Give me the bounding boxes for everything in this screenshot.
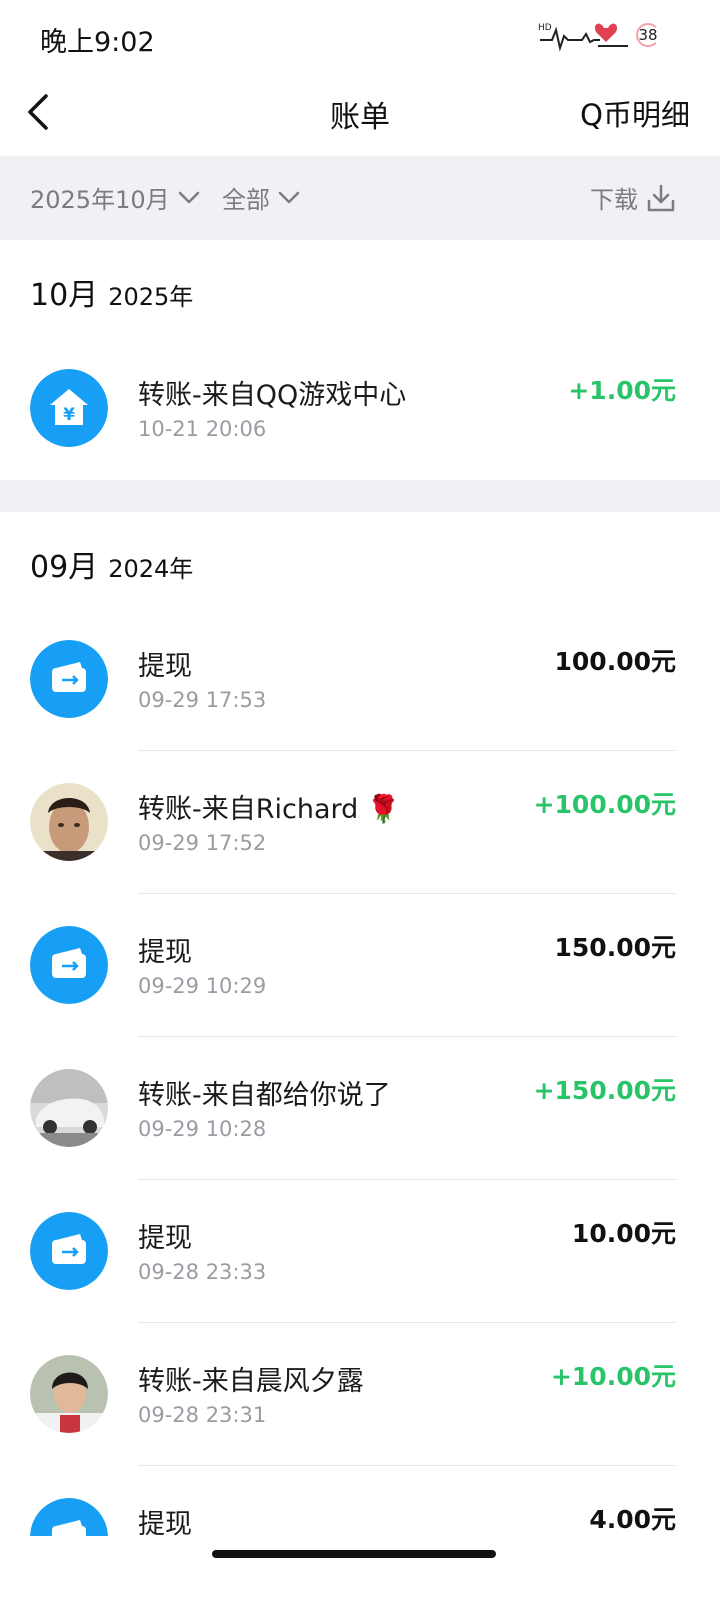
user-avatar (30, 1355, 108, 1433)
transaction-avatar: ¥ (30, 369, 108, 447)
transaction-amount: +1.00元 (568, 376, 676, 405)
transaction-amount: 4.00元 (589, 1505, 676, 1534)
transaction-amount: 100.00元 (554, 647, 676, 676)
type-filter[interactable]: 全部 (222, 180, 300, 215)
transaction-row[interactable]: 提现 09-29 17:53 100.00元 (0, 608, 720, 751)
status-bar: 晚上9:02 HD 38 (0, 0, 720, 76)
transaction-title: 转账-来自都给你说了 (138, 1080, 391, 1111)
transaction-avatar (30, 1212, 108, 1290)
svg-text:HD: HD (538, 23, 552, 33)
transaction-title: 转账-来自QQ游戏中心 (138, 380, 407, 411)
section-divider (0, 480, 720, 512)
transaction-time: 09-29 10:29 (138, 974, 267, 998)
type-filter-label: 全部 (222, 186, 270, 214)
transaction-amount: 10.00元 (571, 1219, 676, 1248)
chevron-down-icon (278, 191, 300, 203)
download-icon (647, 184, 675, 211)
user-photo (30, 783, 108, 861)
transaction-amount: +150.00元 (533, 1076, 676, 1105)
section-month: 10月 (30, 278, 99, 313)
user-avatar (30, 783, 108, 861)
section-year: 2024年 (108, 555, 194, 583)
transaction-title: 转账-来自Richard 🌹 (138, 794, 401, 825)
filter-bar: 2025年10月 全部 下载 (0, 156, 720, 240)
transaction-title: 提现 (138, 651, 192, 682)
home-indicator[interactable] (212, 1550, 496, 1558)
section-month: 09月 (30, 550, 99, 585)
transaction-title: 转账-来自晨风夕露 (138, 1366, 364, 1397)
status-time: 晚上9:02 (40, 27, 155, 58)
transaction-row[interactable]: 转账-来自都给你说了 09-29 10:28 +150.00元 (0, 1037, 720, 1180)
transaction-title: 提现 (138, 1223, 192, 1254)
nav-bar: 账单 Q币明细 (0, 76, 720, 156)
transaction-row[interactable]: 提现 4.00元 (0, 1466, 720, 1536)
month-filter-label: 2025年10月 (30, 186, 170, 214)
card-withdraw-icon (52, 662, 86, 692)
transaction-avatar (30, 640, 108, 718)
transaction-row[interactable]: 提现 09-28 23:33 10.00元 (0, 1180, 720, 1323)
transaction-avatar (30, 1498, 108, 1536)
chevron-down-icon (178, 191, 199, 203)
car-avatar (30, 1069, 108, 1147)
card-withdraw-icon (52, 1234, 86, 1264)
transaction-time: 09-28 23:33 (138, 1260, 267, 1284)
transaction-amount: 150.00元 (554, 933, 676, 962)
transaction-time: 09-29 10:28 (138, 1117, 267, 1141)
section-year: 2025年 (108, 283, 194, 311)
heartbeat-icon: HD (538, 23, 628, 52)
transaction-avatar (30, 926, 108, 1004)
transaction-time: 09-29 17:52 (138, 831, 267, 855)
card-withdraw-icon (52, 948, 86, 978)
transaction-amount: +10.00元 (550, 1362, 676, 1391)
battery-indicator: 38 (636, 23, 660, 47)
transaction-row[interactable]: ¥ 转账-来自QQ游戏中心 10-21 20:06 +1.00元 (0, 337, 720, 480)
transaction-time: 09-29 17:53 (138, 688, 267, 712)
transaction-row[interactable]: 转账-来自Richard 🌹 09-29 17:52 +100.00元 (0, 751, 720, 894)
transaction-row[interactable]: 转账-来自晨风夕露 09-28 23:31 +10.00元 (0, 1323, 720, 1466)
month-filter[interactable]: 2025年10月 (30, 180, 200, 215)
q-coin-detail-link[interactable]: Q币明细 (580, 92, 690, 134)
download-button[interactable]: 下载 (590, 180, 676, 215)
section-header: 10月 2025年 (30, 270, 193, 314)
card-withdraw-icon (52, 1520, 86, 1536)
svg-text:¥: ¥ (63, 405, 75, 425)
transaction-time: 10-21 20:06 (138, 417, 267, 441)
download-label: 下载 (590, 186, 638, 214)
transaction-title: 提现 (138, 1509, 192, 1536)
car-photo (30, 1069, 108, 1147)
transaction-row[interactable]: 提现 09-29 10:29 150.00元 (0, 894, 720, 1037)
transaction-amount: +100.00元 (533, 790, 676, 819)
transaction-time: 09-28 23:31 (138, 1403, 267, 1427)
section-header: 09月 2024年 (30, 542, 193, 586)
transaction-title: 提现 (138, 937, 192, 968)
house-yuan-icon: ¥ (50, 389, 88, 425)
status-icons: HD 38 (538, 18, 660, 52)
user-photo (30, 1355, 108, 1433)
